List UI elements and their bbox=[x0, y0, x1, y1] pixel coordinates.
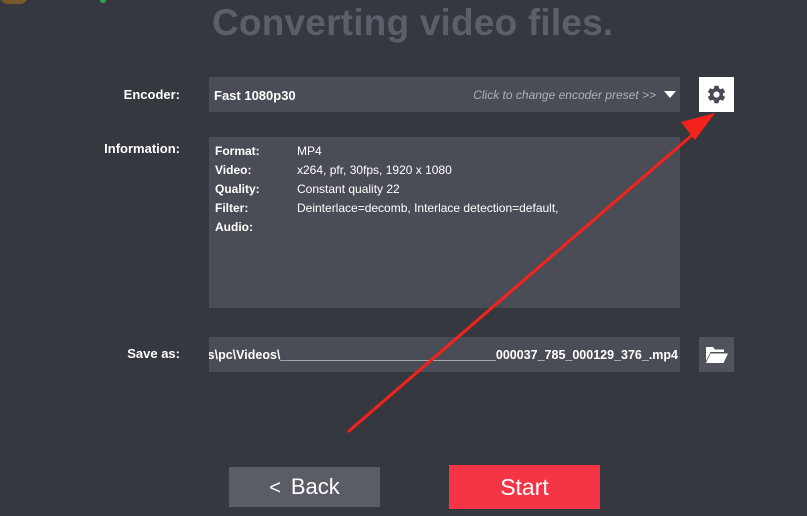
info-row-filter: Filter: Deinterlace=decomb, Interlace det… bbox=[215, 201, 559, 215]
info-key: Quality: bbox=[215, 182, 260, 196]
encoder-preset-value: Fast 1080p30 bbox=[214, 88, 296, 103]
info-row-video: Video: x264, pfr, 30fps, 1920 x 1080 bbox=[215, 163, 452, 177]
info-key: Filter: bbox=[215, 201, 249, 215]
gear-icon bbox=[707, 85, 726, 104]
browse-folder-button[interactable] bbox=[699, 337, 734, 372]
folder-open-icon bbox=[706, 347, 728, 363]
info-value: x264, pfr, 30fps, 1920 x 1080 bbox=[297, 163, 452, 177]
information-panel: Format: MP4 Video: x264, pfr, 30fps, 1920 … bbox=[209, 137, 680, 308]
start-button[interactable]: Start bbox=[449, 465, 600, 509]
start-button-label: Start bbox=[500, 473, 549, 500]
caret-down-icon bbox=[664, 91, 676, 98]
encoder-preset-hint: Click to change encoder preset >> bbox=[473, 88, 656, 102]
information-label: Information: bbox=[104, 141, 180, 156]
encoder-label: Encoder: bbox=[123, 87, 180, 102]
info-key: Video: bbox=[215, 163, 252, 177]
encoder-settings-button[interactable] bbox=[699, 77, 734, 112]
info-value: MP4 bbox=[297, 144, 322, 158]
info-value: Deinterlace=decomb, Interlace detection=… bbox=[297, 201, 559, 215]
encoder-preset-select[interactable]: Fast 1080p30 Click to change encoder pre… bbox=[209, 77, 680, 112]
info-row-audio: Audio: bbox=[215, 220, 297, 234]
info-row-quality: Quality: Constant quality 22 bbox=[215, 182, 400, 196]
annotation-arrow-head bbox=[681, 113, 715, 140]
info-row-format: Format: MP4 bbox=[215, 144, 322, 158]
back-button[interactable]: < Back bbox=[229, 467, 380, 507]
info-key: Format: bbox=[215, 144, 260, 158]
save-path-value: s\pc\Videos\____________________________… bbox=[209, 348, 678, 362]
save-as-label: Save as: bbox=[127, 346, 180, 361]
chevron-left-icon: < bbox=[269, 477, 281, 499]
app-logo-dot bbox=[100, 0, 106, 3]
back-button-label: Back bbox=[290, 474, 340, 499]
info-key: Audio: bbox=[215, 220, 253, 234]
save-path-field[interactable]: s\pc\Videos\____________________________… bbox=[209, 337, 680, 372]
info-value: Constant quality 22 bbox=[297, 182, 400, 196]
app-logo-fragment bbox=[0, 0, 28, 4]
page-title: Converting video files. bbox=[212, 2, 614, 43]
